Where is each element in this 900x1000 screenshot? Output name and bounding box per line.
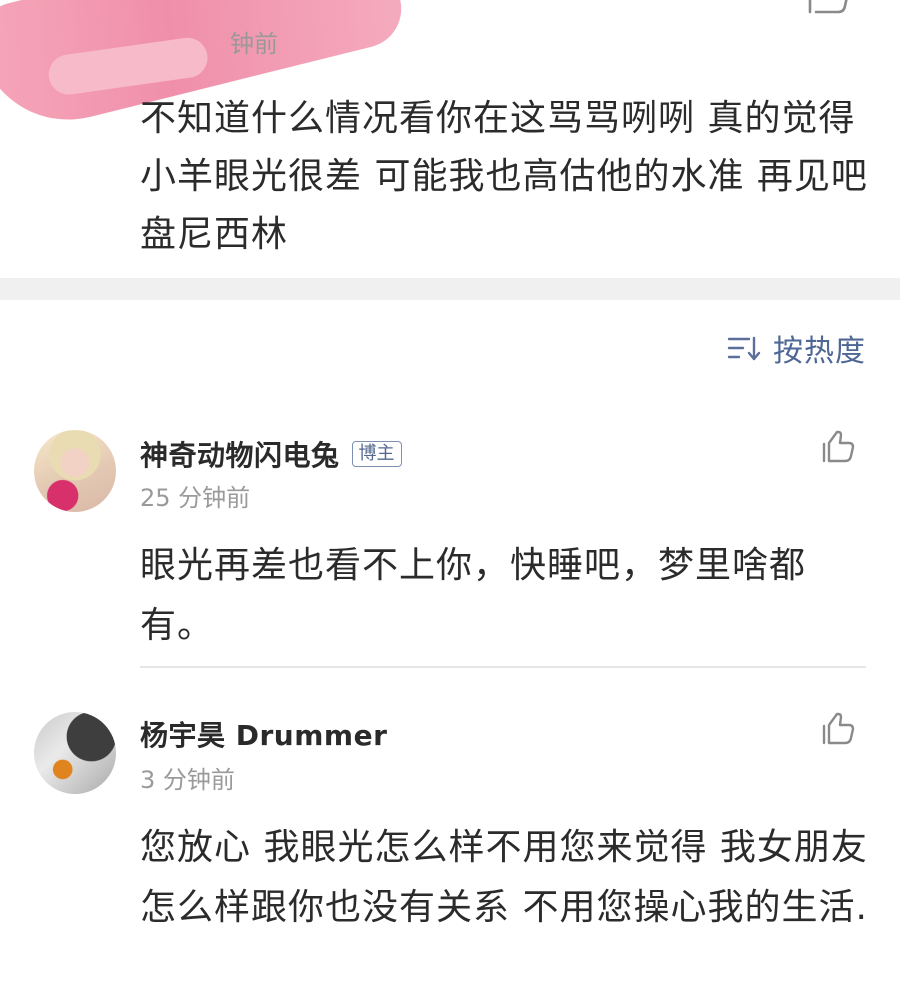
thumbs-up-icon[interactable] <box>804 0 852 18</box>
thumbs-up-icon[interactable] <box>820 712 856 746</box>
comment-text: 不知道什么情况看你在这骂骂咧咧 真的觉得小羊眼光很差 可能我也高估他的水准 再见… <box>140 98 868 255</box>
avatar[interactable] <box>34 430 116 512</box>
avatar[interactable] <box>34 712 116 794</box>
section-divider <box>0 278 900 300</box>
sort-icon <box>727 336 761 361</box>
comment-text: 您放心 我眼光怎么样不用您来觉得 我女朋友怎么样跟你也没有关系 不用您操心我的生… <box>140 827 868 928</box>
thumbs-up-icon[interactable] <box>820 430 856 464</box>
sort-label: 按热度 <box>773 334 866 369</box>
comment-divider <box>140 666 866 668</box>
user-name[interactable]: 杨宇昊 Drummer <box>140 714 387 754</box>
comment-time: 钟前 <box>230 30 278 58</box>
sort-by-hot-button[interactable]: 按热度 <box>727 326 866 370</box>
previous-comment: 钟前 不知道什么情况看你在这骂骂咧咧 真的觉得小羊眼光很差 可能我也高估他的水准… <box>0 0 900 278</box>
comment-text: 眼光再差也看不上你，快睡吧，梦里啥都有。 <box>140 545 807 646</box>
comment-time: 25 分钟前 <box>140 484 251 512</box>
author-badge: 博主 <box>351 441 402 467</box>
user-name[interactable]: 神奇动物闪电兔 <box>140 434 340 474</box>
comment-time: 3 分钟前 <box>140 766 235 794</box>
